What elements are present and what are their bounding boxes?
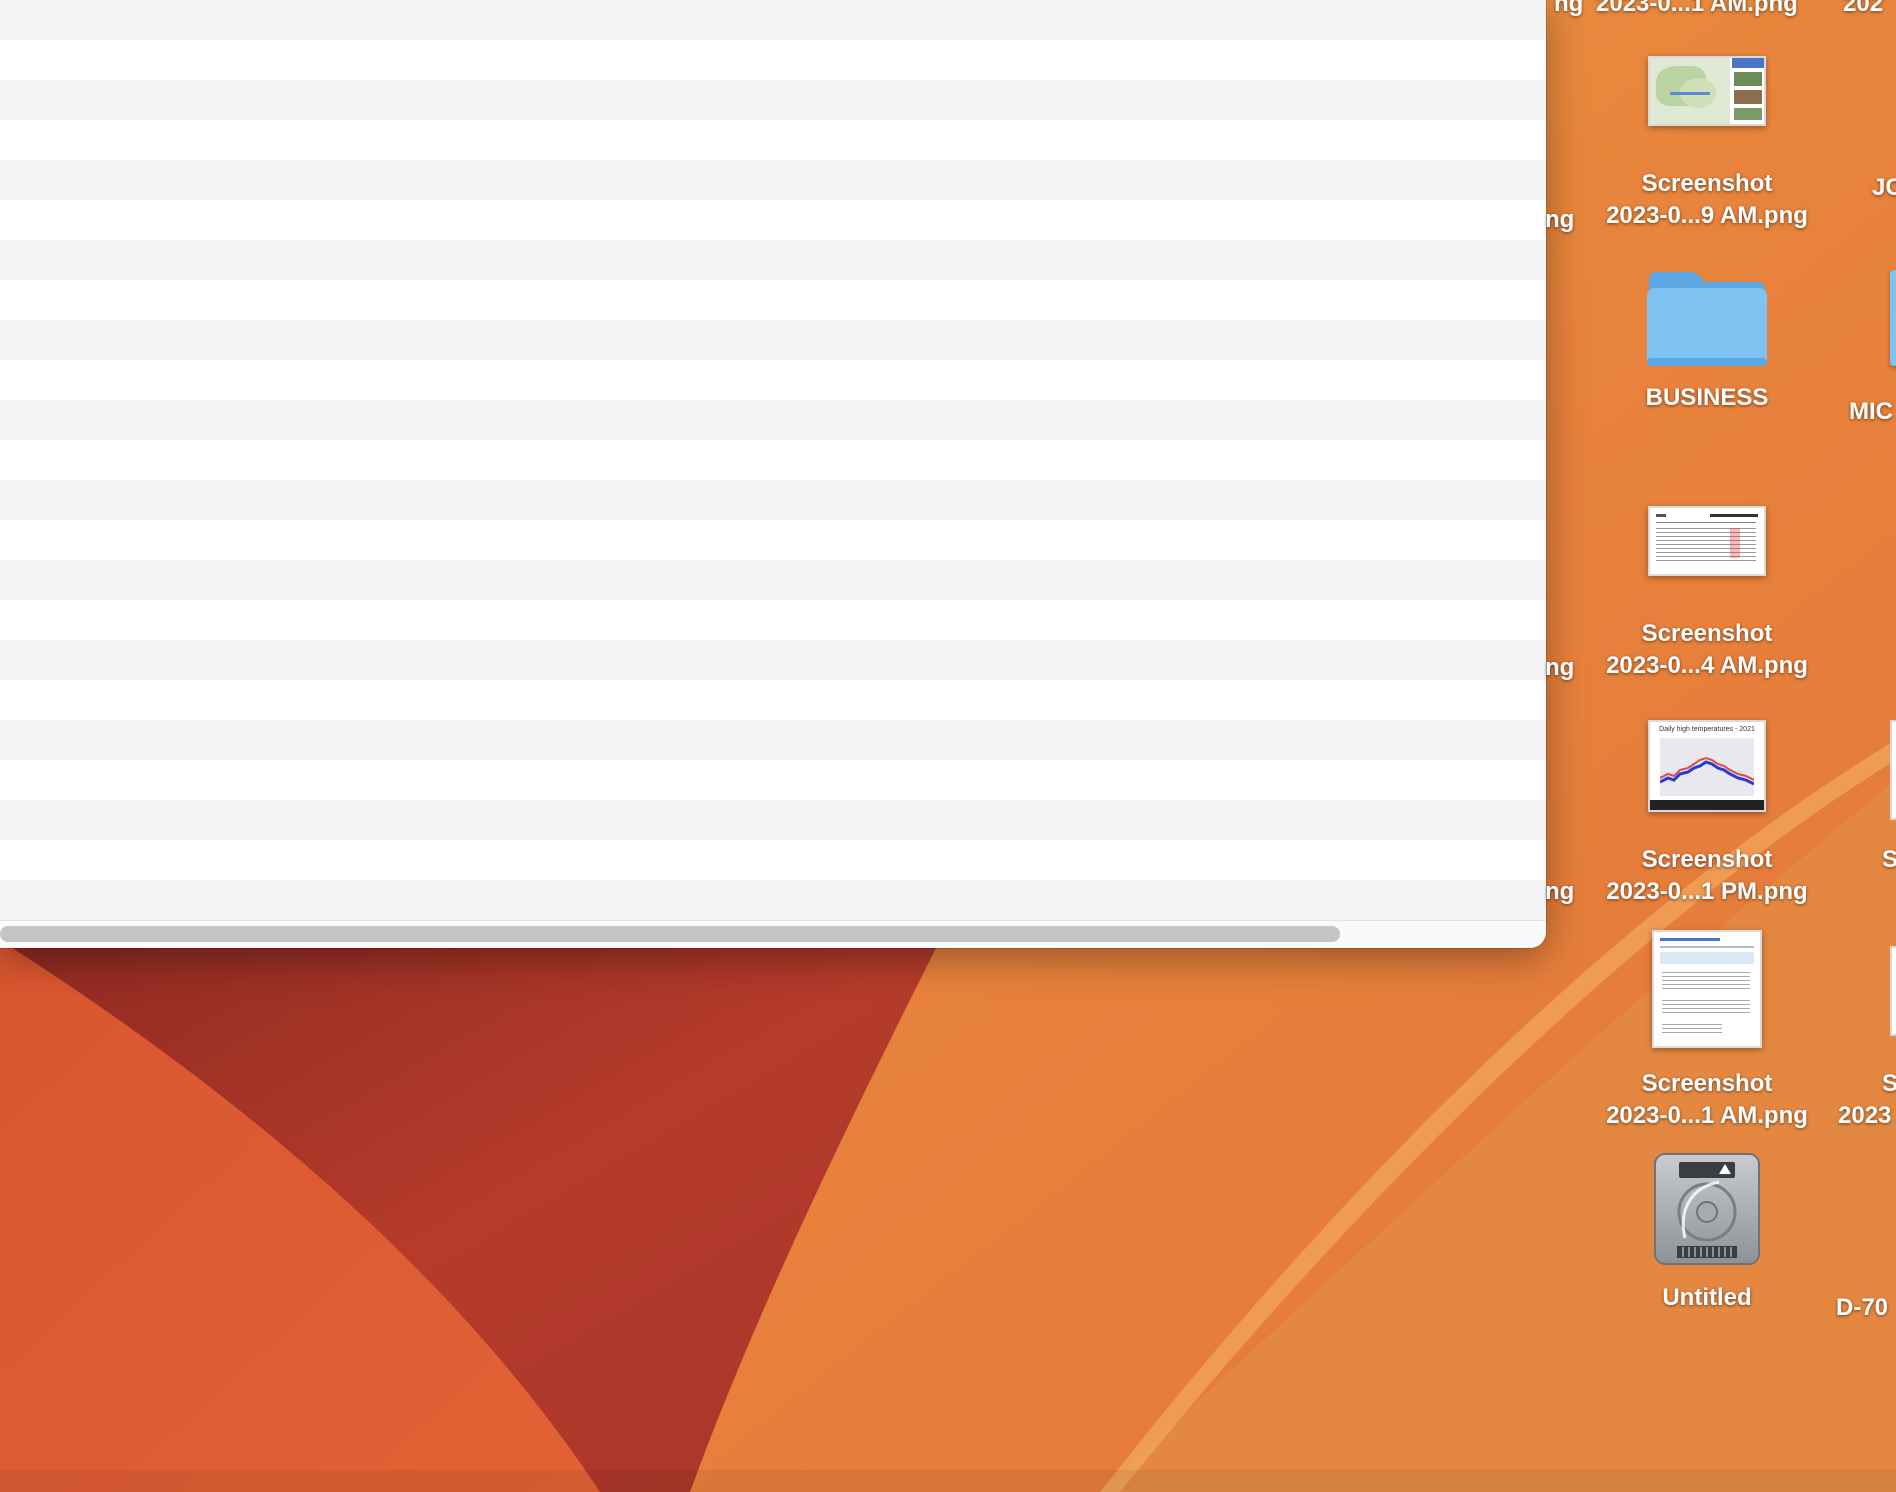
- partial-icon-label-right[interactable]: D-70: [1836, 1292, 1888, 1324]
- list-row[interactable]: [0, 760, 1546, 800]
- list-row[interactable]: [0, 800, 1546, 840]
- desktop-icon-screenshot[interactable]: Screenshot 2023-0...1 AM.png: [1587, 930, 1827, 1132]
- list-row[interactable]: [0, 0, 1546, 40]
- icon-label: Untitled: [1662, 1284, 1752, 1311]
- image-thumbnail-icon: [1648, 506, 1766, 576]
- partial-icon-label-left[interactable]: ng: [1554, 0, 1583, 20]
- partial-icon-label-top-right[interactable]: 202: [1843, 0, 1883, 20]
- thumbnail-title: Daily high temperatures - 2021: [1659, 726, 1755, 733]
- partial-icon-label-right[interactable]: JC: [1872, 172, 1896, 204]
- partial-folder-icon[interactable]: [1890, 270, 1896, 366]
- icon-label: 2023-0...9 AM.png: [1606, 202, 1808, 229]
- list-row[interactable]: [0, 560, 1546, 600]
- folder-icon: [1647, 272, 1767, 366]
- partial-file-icon[interactable]: [1890, 720, 1896, 820]
- icon-label: Screenshot: [1641, 170, 1773, 197]
- list-row[interactable]: [0, 520, 1546, 560]
- list-row[interactable]: [0, 840, 1546, 880]
- list-row[interactable]: [0, 40, 1546, 80]
- partial-icon-label-top[interactable]: 2023-0...1 AM.png: [1596, 0, 1798, 20]
- desktop-icon-screenshot[interactable]: Screenshot 2023-0...9 AM.png: [1587, 56, 1827, 232]
- finder-window: [0, 0, 1546, 948]
- list-row[interactable]: [0, 680, 1546, 720]
- icon-label: Screenshot: [1641, 846, 1773, 873]
- list-row[interactable]: [0, 320, 1546, 360]
- partial-icon-label-right[interactable]: S: [1882, 844, 1896, 876]
- partial-icon-label-left[interactable]: ng: [1545, 652, 1574, 684]
- image-thumbnail-icon: [1648, 56, 1766, 126]
- partial-icon-label-left[interactable]: ng: [1545, 876, 1574, 908]
- partial-file-icon[interactable]: [1890, 946, 1896, 1036]
- list-row[interactable]: [0, 240, 1546, 280]
- partial-icon-label-right[interactable]: 2023: [1838, 1100, 1891, 1132]
- desktop-icon-drive-untitled[interactable]: Untitled: [1587, 1152, 1827, 1314]
- partial-icon-label-right[interactable]: S: [1882, 1068, 1896, 1100]
- list-row[interactable]: [0, 400, 1546, 440]
- partial-icon-label-left[interactable]: ng: [1545, 204, 1574, 236]
- list-row[interactable]: [0, 280, 1546, 320]
- list-row[interactable]: [0, 120, 1546, 160]
- image-thumbnail-icon: Daily high temperatures - 2021: [1648, 720, 1766, 812]
- list-row[interactable]: [0, 200, 1546, 240]
- list-row[interactable]: [0, 360, 1546, 400]
- hard-drive-icon: [1654, 1153, 1760, 1265]
- icon-label: BUSINESS: [1645, 384, 1769, 411]
- image-thumbnail-icon: [1652, 930, 1762, 1048]
- desktop-icon-folder-business[interactable]: BUSINESS: [1587, 266, 1827, 414]
- list-row[interactable]: [0, 480, 1546, 520]
- file-list[interactable]: [0, 0, 1546, 920]
- partial-icon-label-right[interactable]: MIC: [1849, 396, 1893, 428]
- desktop-icon-screenshot[interactable]: Daily high temperatures - 2021 Screensho…: [1587, 720, 1827, 908]
- icon-label: 2023-0...1 PM.png: [1606, 878, 1808, 905]
- list-row[interactable]: [0, 720, 1546, 760]
- icon-label: Screenshot: [1641, 620, 1773, 647]
- list-row[interactable]: [0, 80, 1546, 120]
- list-row[interactable]: [0, 440, 1546, 480]
- icon-label: 2023-0...4 AM.png: [1606, 652, 1808, 679]
- icon-label: Screenshot: [1641, 1070, 1773, 1097]
- desktop-icon-screenshot[interactable]: Screenshot 2023-0...4 AM.png: [1587, 506, 1827, 682]
- list-row[interactable]: [0, 880, 1546, 920]
- list-row[interactable]: [0, 640, 1546, 680]
- list-row[interactable]: [0, 160, 1546, 200]
- list-row[interactable]: [0, 600, 1546, 640]
- icon-label: 2023-0...1 AM.png: [1606, 1102, 1808, 1129]
- horizontal-scrollbar-thumb[interactable]: [0, 926, 1340, 942]
